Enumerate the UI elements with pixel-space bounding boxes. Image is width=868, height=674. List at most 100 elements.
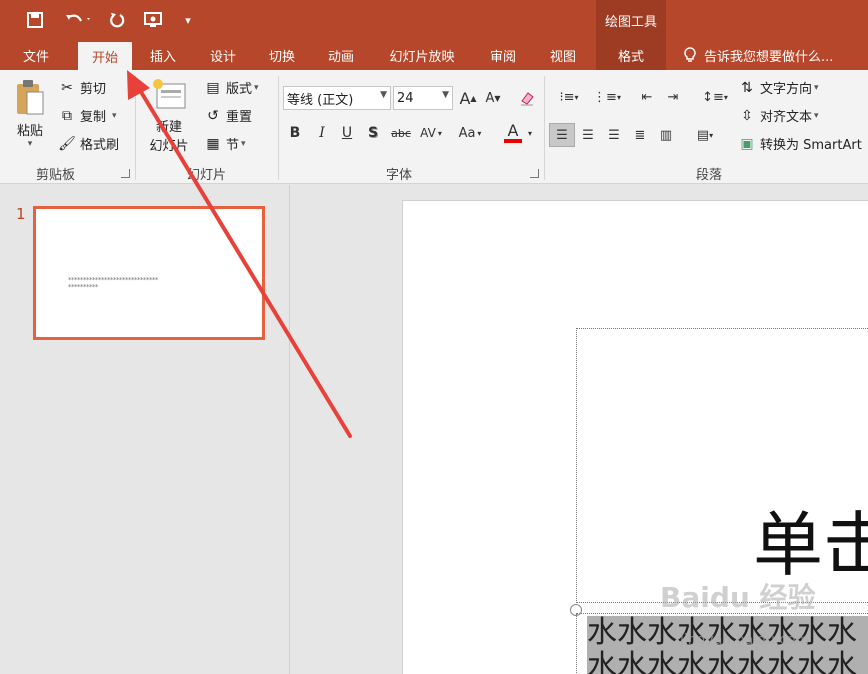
format-painter-label: 格式刷 xyxy=(80,138,120,153)
chevron-down-icon: ▾ xyxy=(709,130,714,140)
chevron-down-icon: ▾ xyxy=(477,128,482,138)
bullets-icon: ⁝≡ xyxy=(559,89,575,105)
chevron-down-icon: ▾ xyxy=(574,92,579,102)
save-icon[interactable] xyxy=(22,8,48,32)
tell-me-box[interactable]: 告诉我您想要做什么... xyxy=(682,40,833,70)
tab-view[interactable]: 视图 xyxy=(540,40,586,70)
redo-icon[interactable] xyxy=(104,8,130,32)
align-text-button[interactable]: ⇳ 对齐文本 ▾ xyxy=(738,106,818,126)
lightbulb-icon xyxy=(684,47,696,62)
font-color-button[interactable]: A ▾ xyxy=(498,122,538,144)
justify-button[interactable]: ≣ xyxy=(629,124,651,146)
customize-qat-icon[interactable]: ▾ xyxy=(180,8,196,32)
clipboard-launcher-icon[interactable] xyxy=(121,169,130,178)
shrink-font-button[interactable]: A ▼ xyxy=(482,87,504,109)
body-text-line: 水水水水水水水水水 xyxy=(587,650,868,674)
font-color-swatch xyxy=(503,139,522,143)
eraser-icon xyxy=(521,92,534,106)
section-label: 节 xyxy=(226,138,240,153)
shadow-button[interactable]: S xyxy=(362,122,384,144)
tab-slideshow[interactable]: 幻灯片放映 xyxy=(378,40,466,70)
font-launcher-icon[interactable] xyxy=(530,169,539,178)
char-spacing-label: AV xyxy=(420,126,436,140)
tab-format[interactable]: 格式 xyxy=(596,40,666,70)
copy-label: 复制 xyxy=(80,110,107,125)
bold-button[interactable]: B xyxy=(284,122,306,144)
tab-review[interactable]: 审阅 xyxy=(480,40,526,70)
convert-smartart-button[interactable]: ▣ 转换为 SmartArt xyxy=(738,134,862,154)
decrease-indent-button[interactable]: ⇤ xyxy=(636,86,658,108)
tab-design[interactable]: 设计 xyxy=(200,40,246,70)
columns-button[interactable]: ▤ ▾ xyxy=(688,124,722,146)
present-icon-glyph xyxy=(144,12,162,27)
chevron-down-icon: ▼ xyxy=(380,90,387,100)
reset-button[interactable]: ↺ 重置 xyxy=(204,106,252,126)
smartart-label: 转换为 SmartArt xyxy=(760,138,862,153)
layout-label: 版式 xyxy=(226,82,253,97)
undo-icon-glyph xyxy=(66,14,90,22)
bullets-button[interactable]: ⁝≡ ▾ xyxy=(552,86,586,108)
slide-thumbnail-pane: 1 ****************************** *******… xyxy=(0,185,290,674)
line-spacing-button[interactable]: ↕≡ ▾ xyxy=(698,86,732,108)
align-center-button[interactable]: ☰ xyxy=(577,124,599,146)
copy-dropdown-icon: ▾ xyxy=(112,110,117,121)
text-direction-button[interactable]: ⇅ 文字方向 ▾ xyxy=(738,78,818,98)
grow-font-button[interactable]: A ▲ xyxy=(457,87,479,109)
align-left-button[interactable]: ☰ xyxy=(549,123,575,147)
distributed-button[interactable]: ▥ xyxy=(655,124,677,146)
tab-insert[interactable]: 插入 xyxy=(140,40,186,70)
save-icon-glyph xyxy=(27,12,43,28)
format-painter-button[interactable]: 🖌 格式刷 xyxy=(58,134,120,154)
font-group-label: 字体 xyxy=(386,168,413,183)
align-right-button[interactable]: ☰ xyxy=(603,124,625,146)
group-separator xyxy=(135,76,136,180)
tab-file[interactable]: 文件 xyxy=(14,40,58,70)
new-slide-label-1: 新建 xyxy=(155,120,182,135)
clipboard-group-label: 剪贴板 xyxy=(36,168,76,183)
tab-animations[interactable]: 动画 xyxy=(318,40,364,70)
italic-button[interactable]: I xyxy=(311,122,333,144)
ribbon-tabs: 文件 开始 插入 设计 切换 动画 幻灯片放映 审阅 视图 格式 告诉我您想要做… xyxy=(0,40,868,70)
copy-button[interactable]: ⧉ 复制 ▾ xyxy=(58,106,117,126)
tab-home[interactable]: 开始 xyxy=(78,42,132,70)
slide-thumbnail[interactable]: ****************************** *********… xyxy=(33,206,265,340)
watermark-url: jingyan.baidu.com xyxy=(680,632,810,648)
font-color-letter: A xyxy=(507,121,519,140)
paintbrush-icon: 🖌 xyxy=(58,135,76,152)
new-slide-label-2: 幻灯片 xyxy=(149,139,189,154)
layout-button[interactable]: ▤ 版式 ▾ xyxy=(204,78,259,98)
reset-icon: ↺ xyxy=(207,107,219,124)
text-direction-icon: ⇅ xyxy=(741,79,753,96)
clear-formatting-button[interactable] xyxy=(516,87,538,109)
title-placeholder[interactable]: 单击 xyxy=(576,328,868,603)
increase-indent-button[interactable]: ⇥ xyxy=(662,86,684,108)
paste-button[interactable]: 粘贴 ▾ xyxy=(10,78,50,158)
chevron-down-icon: ▾ xyxy=(616,92,621,102)
chevron-down-icon: ▾ xyxy=(723,92,728,102)
font-size-combo[interactable]: 24 ▼ xyxy=(393,86,453,110)
cut-button[interactable]: ✂ 剪切 xyxy=(58,78,106,98)
new-slide-button[interactable]: 新建 幻灯片 xyxy=(144,78,194,162)
tab-transitions[interactable]: 切换 xyxy=(259,40,305,70)
shrink-font-icon: A xyxy=(485,90,495,106)
layout-dropdown-icon: ▾ xyxy=(254,82,259,93)
contextual-group-label: 绘图工具 xyxy=(596,0,666,40)
present-icon[interactable] xyxy=(140,8,168,32)
slides-group-label: 幻灯片 xyxy=(187,168,227,183)
font-name-combo[interactable]: 等线 (正文) ▼ xyxy=(283,86,391,110)
watermark-logo: Baidu 经验 xyxy=(660,581,816,614)
change-case-button[interactable]: Aa ▾ xyxy=(453,122,487,144)
slide-number: 1 xyxy=(16,205,26,223)
numbering-button[interactable]: ⋮≡ ▾ xyxy=(590,86,624,108)
change-case-label: Aa xyxy=(458,125,476,141)
title-placeholder-text: 单击 xyxy=(753,504,868,586)
strikethrough-button[interactable]: abc xyxy=(388,122,414,144)
section-icon: ▦ xyxy=(206,135,220,152)
underline-button[interactable]: U xyxy=(336,122,358,144)
layout-icon: ▤ xyxy=(206,79,220,96)
undo-icon[interactable] xyxy=(60,8,96,32)
section-button[interactable]: ▦ 节 ▾ xyxy=(204,134,245,154)
grow-caret-icon: ▲ xyxy=(470,93,477,103)
paste-label: 粘贴 xyxy=(16,124,43,139)
char-spacing-button[interactable]: AV ▾ xyxy=(416,122,446,144)
